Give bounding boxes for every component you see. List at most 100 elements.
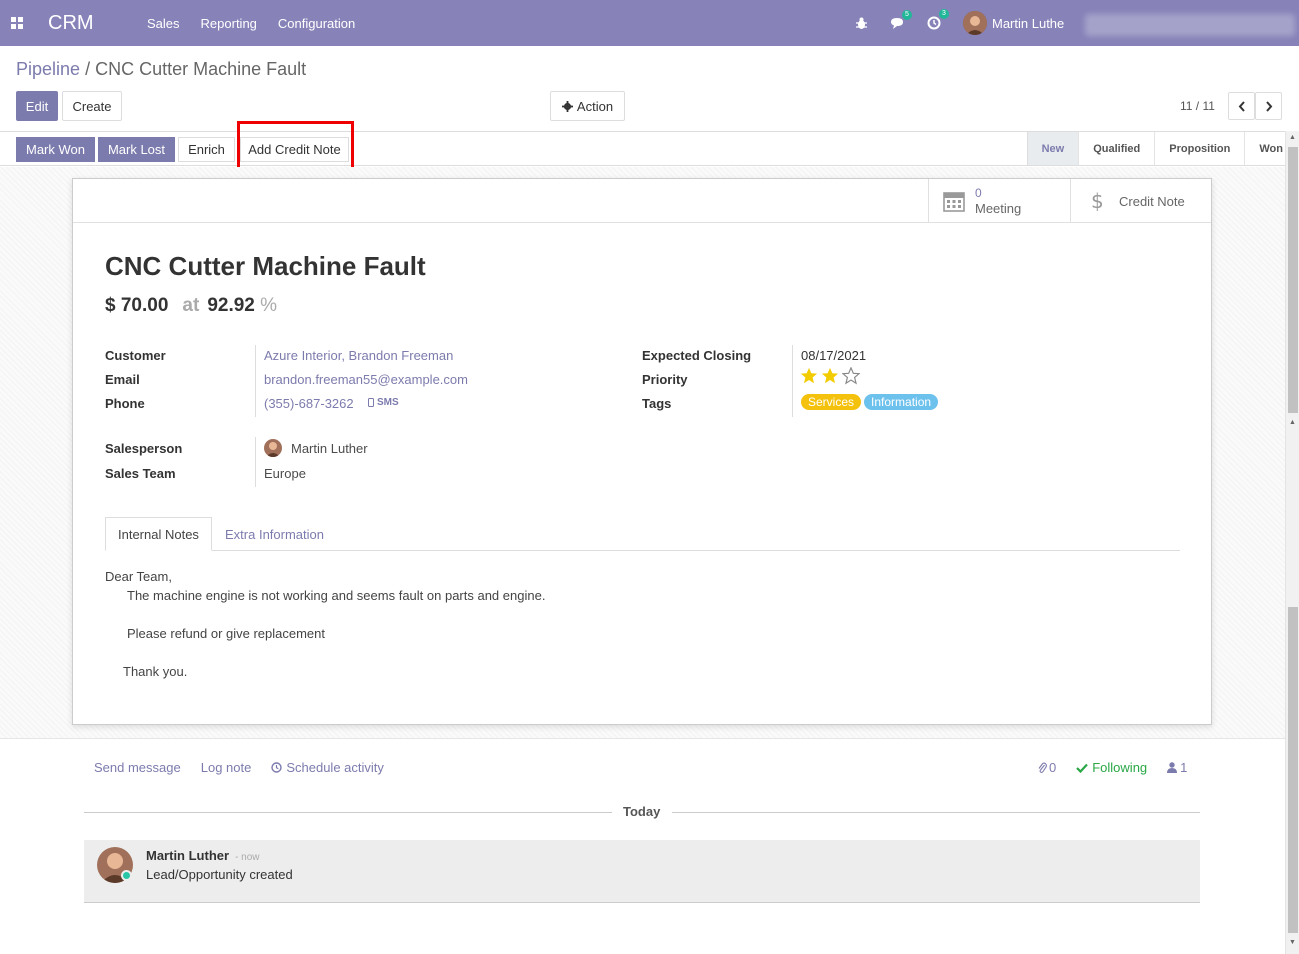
- tab-extra-information[interactable]: Extra Information: [213, 517, 336, 551]
- expected-revenue[interactable]: $ 70.00 at 92.92 %: [105, 295, 277, 317]
- salesperson-avatar: [264, 439, 282, 457]
- stage-pipeline: New Qualified Proposition Won: [1026, 132, 1299, 165]
- stage-new[interactable]: New: [1026, 132, 1079, 165]
- star-filled-icon[interactable]: [821, 367, 839, 385]
- action-label: Action: [576, 98, 614, 114]
- schedule-activity-button[interactable]: Schedule activity: [271, 760, 384, 775]
- meeting-smart-button[interactable]: 0 Meeting: [928, 179, 1070, 223]
- tag-information[interactable]: Information: [864, 394, 939, 410]
- create-button[interactable]: Create: [62, 91, 122, 121]
- schedule-activity-label: Schedule activity: [286, 760, 384, 775]
- revenue-value: $ 70.00: [105, 295, 169, 316]
- pager-previous-button[interactable]: [1228, 92, 1255, 120]
- debug-bug-icon[interactable]: [855, 17, 868, 30]
- menu-configuration[interactable]: Configuration: [278, 16, 355, 31]
- scrollbar[interactable]: ▲ ▲ ▼: [1285, 131, 1299, 954]
- message-author[interactable]: Martin Luther: [146, 848, 229, 863]
- sales-team-value[interactable]: Europe: [264, 466, 306, 481]
- stage-qualified[interactable]: Qualified: [1078, 132, 1154, 165]
- scroll-arrow[interactable]: ▲: [1289, 419, 1296, 426]
- menu-reporting[interactable]: Reporting: [201, 16, 257, 31]
- note-line: The machine engine is not working and se…: [127, 588, 546, 603]
- scrollbar-thumb[interactable]: [1288, 607, 1298, 933]
- form-sheet: 0 Meeting $ Credit Note CNC Cutter Machi…: [72, 178, 1212, 725]
- mark-lost-button[interactable]: Mark Lost: [98, 137, 175, 162]
- credit-note-smart-button[interactable]: $ Credit Note: [1070, 179, 1211, 223]
- menu-sales[interactable]: Sales: [147, 16, 180, 31]
- note-line: Thank you.: [123, 664, 188, 679]
- pager-next-button[interactable]: [1255, 92, 1282, 120]
- field-divider: [792, 345, 793, 417]
- messages-icon[interactable]: 5: [890, 9, 912, 30]
- user-icon: [1167, 762, 1178, 773]
- internal-notes-content[interactable]: Dear Team, The machine engine is not wor…: [105, 567, 545, 681]
- expected-closing-value[interactable]: 08/17/2021: [801, 348, 866, 363]
- field-divider: [255, 437, 256, 487]
- svg-text:$: $: [1091, 190, 1104, 212]
- star-empty-icon[interactable]: [842, 367, 860, 385]
- customer-value[interactable]: Azure Interior, Brandon Freeman: [264, 348, 453, 363]
- salesperson-name: Martin Luther: [291, 440, 368, 456]
- message-time: - now: [235, 852, 260, 863]
- tags-value[interactable]: Services Information: [801, 394, 941, 410]
- apps-menu-icon[interactable]: [2, 0, 32, 46]
- breadcrumb-separator: /: [85, 59, 91, 79]
- app-brand[interactable]: CRM: [48, 12, 138, 35]
- attachments-button[interactable]: 0: [1038, 760, 1056, 775]
- chatter-actions: Send message Log note Schedule activity: [94, 760, 384, 775]
- scroll-down-arrow[interactable]: ▼: [1289, 939, 1296, 946]
- tab-internal-notes[interactable]: Internal Notes: [105, 517, 212, 551]
- action-button[interactable]: Action: [550, 91, 625, 121]
- breadcrumb-current: CNC Cutter Machine Fault: [95, 59, 307, 79]
- meeting-label: Meeting: [975, 201, 1022, 216]
- email-label: Email: [105, 372, 140, 387]
- following-button[interactable]: Following: [1076, 760, 1147, 775]
- pager-value[interactable]: 11 / 11: [1180, 99, 1215, 113]
- sales-team-label: Sales Team: [105, 466, 176, 481]
- phone-value[interactable]: (355)-687-3262: [264, 396, 354, 411]
- send-message-button[interactable]: Send message: [94, 760, 181, 775]
- breadcrumb: Pipeline / CNC Cutter Machine Fault: [16, 59, 306, 80]
- tag-services[interactable]: Services: [801, 394, 862, 410]
- notebook-tabs: Internal Notes Extra Information: [105, 517, 1180, 551]
- statusbar: Mark Won Mark Lost Enrich Add Credit Not…: [0, 131, 1299, 166]
- attachments-count: 0: [1049, 760, 1057, 775]
- date-separator-label: Today: [623, 804, 661, 819]
- scrollbar-thumb[interactable]: [1288, 147, 1298, 413]
- messages-badge: 5: [902, 9, 912, 20]
- customer-label: Customer: [105, 348, 166, 363]
- phone-label: Phone: [105, 396, 145, 411]
- smart-buttons-row: 0 Meeting $ Credit Note: [73, 179, 1211, 223]
- edit-button[interactable]: Edit: [16, 91, 58, 121]
- tags-label: Tags: [642, 396, 672, 411]
- activities-clock-icon[interactable]: 3: [927, 9, 949, 30]
- log-note-button[interactable]: Log note: [201, 760, 252, 775]
- sms-button[interactable]: SMS: [368, 397, 399, 408]
- scroll-up-arrow[interactable]: ▲: [1289, 134, 1296, 141]
- breadcrumb-pipeline[interactable]: Pipeline: [16, 59, 80, 79]
- salesperson-label: Salesperson: [105, 441, 183, 456]
- priority-stars[interactable]: [800, 367, 860, 385]
- top-navbar: CRM Sales Reporting Configuration 5 3 Ma…: [0, 0, 1299, 46]
- followers-button[interactable]: 1: [1167, 760, 1187, 775]
- percent-sign: %: [260, 295, 278, 316]
- chatter-followers: 0 Following 1: [1038, 760, 1187, 775]
- user-menu[interactable]: Martin Luthe: [963, 11, 1064, 35]
- stage-proposition[interactable]: Proposition: [1154, 132, 1244, 165]
- followers-count: 1: [1180, 760, 1188, 775]
- record-title[interactable]: CNC Cutter Machine Fault: [105, 251, 426, 282]
- user-avatar: [963, 11, 987, 35]
- chatter-message: Martin Luther - now Lead/Opportunity cre…: [84, 840, 1200, 903]
- online-status-dot: [121, 870, 132, 881]
- following-label: Following: [1092, 760, 1148, 775]
- note-line: Please refund or give replacement: [127, 626, 326, 641]
- chevron-right-icon: [1265, 100, 1272, 112]
- email-value[interactable]: brandon.freeman55@example.com: [264, 372, 468, 387]
- mark-won-button[interactable]: Mark Won: [16, 137, 95, 162]
- salesperson-value[interactable]: Martin Luther: [264, 439, 368, 457]
- calendar-icon: [943, 192, 965, 212]
- date-separator: Today: [84, 804, 1200, 820]
- star-filled-icon[interactable]: [800, 367, 818, 385]
- enrich-button[interactable]: Enrich: [178, 137, 235, 162]
- at-label: at: [182, 295, 200, 316]
